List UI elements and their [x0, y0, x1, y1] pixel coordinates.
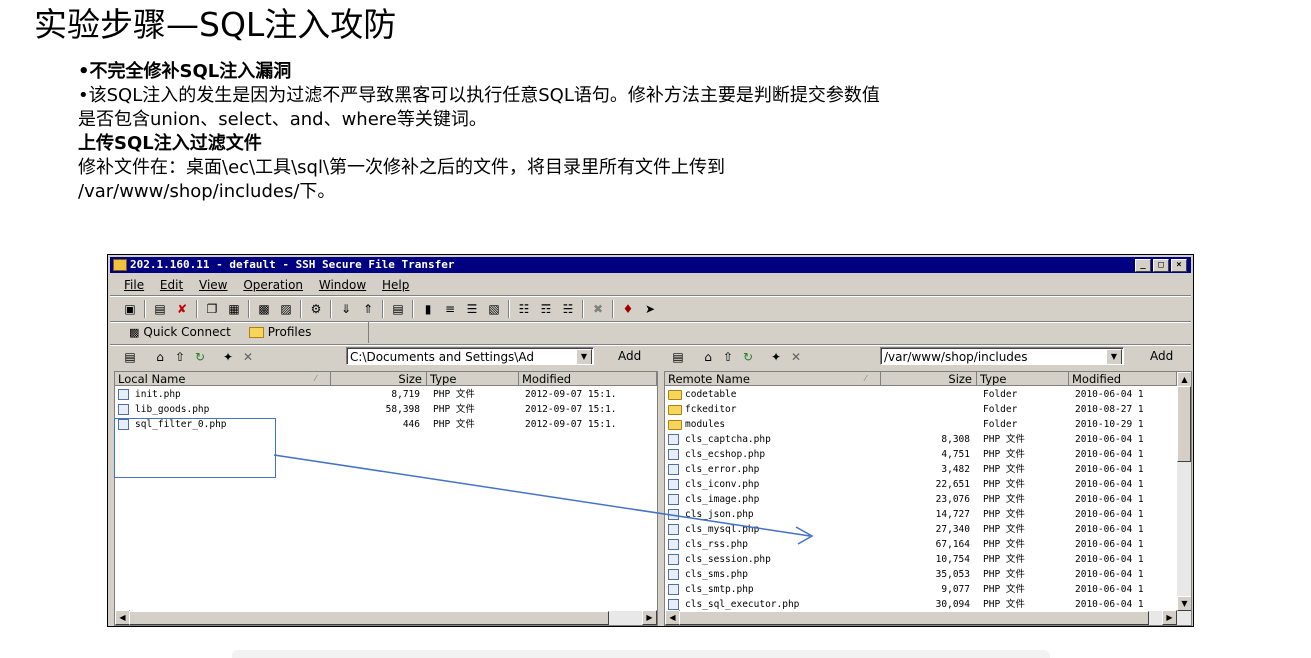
annotation-arrow: [273, 454, 814, 545]
bottom-bar: [232, 650, 1050, 658]
